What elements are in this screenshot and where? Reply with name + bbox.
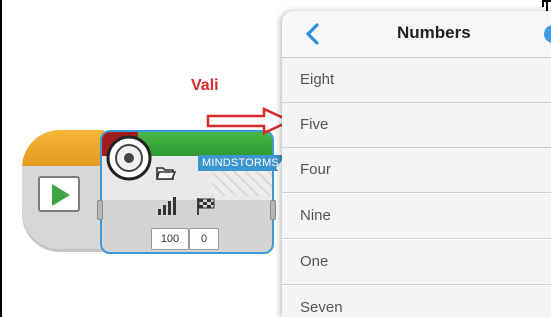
back-chevron-icon[interactable]: [304, 23, 320, 45]
list-item-label: Four: [300, 161, 331, 178]
mindstorms-label: MINDSTORMS: [198, 155, 283, 171]
list-item-seven[interactable]: Seven: [282, 286, 551, 317]
list-item-label: One: [300, 253, 329, 270]
volume-bars-icon[interactable]: [157, 197, 177, 215]
popover-title: Numbers: [397, 23, 471, 42]
list-item-four[interactable]: Four: [282, 148, 551, 193]
right-connector-plug: [270, 200, 276, 220]
annotation-arrow-icon: [206, 107, 292, 135]
list-item-nine[interactable]: Nine: [282, 194, 551, 239]
list-item-eight[interactable]: Eight: [282, 58, 551, 103]
left-connector-plug: [97, 200, 103, 220]
speaker-icon: [106, 135, 152, 181]
folder-icon[interactable]: [156, 165, 176, 181]
play-icon: [52, 184, 70, 206]
list-item-one[interactable]: One: [282, 240, 551, 285]
volume-input[interactable]: 100: [151, 228, 189, 250]
frame-corner-mark: [542, 0, 551, 7]
list-item-label: Eight: [300, 71, 335, 88]
list-item-five[interactable]: Five: [282, 103, 551, 148]
info-dot-icon[interactable]: [544, 25, 551, 43]
play-button[interactable]: [38, 176, 80, 212]
annotation-label: Vali: [191, 77, 219, 94]
checkered-flag-icon[interactable]: [195, 196, 215, 216]
start-block-header: [22, 130, 104, 166]
list-item-label: Five: [300, 116, 329, 133]
play-type-input[interactable]: 0: [189, 228, 219, 250]
list-item-label: Nine: [300, 207, 331, 224]
popover-header: Numbers: [282, 11, 551, 58]
numbers-popover: Numbers Eight Five Four Nine One Seven: [282, 11, 551, 317]
list-item-label: Seven: [300, 299, 343, 316]
frame-border-left: [0, 0, 2, 317]
